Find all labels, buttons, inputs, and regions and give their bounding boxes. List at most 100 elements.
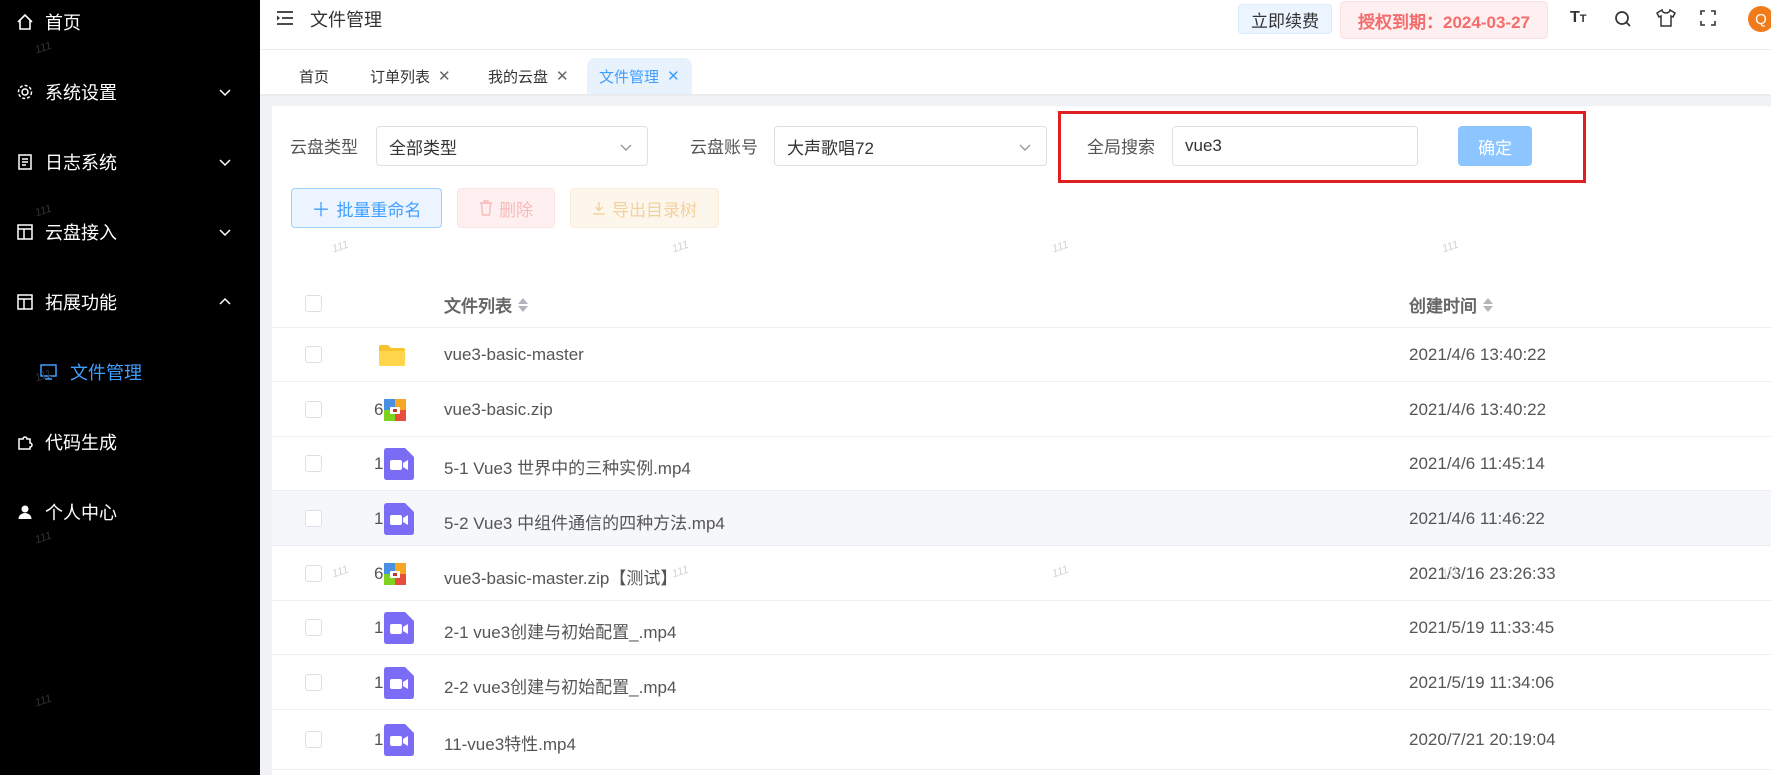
table-row[interactable]: 1 2-1 vue3创建与初始配置_.mp4 2021/5/19 11:33:45 bbox=[272, 601, 1771, 655]
select-all-checkbox[interactable] bbox=[305, 295, 322, 312]
sidebar-item-personal-center[interactable]: 个人中心 bbox=[0, 492, 260, 532]
layout-icon bbox=[15, 222, 35, 242]
global-search-input[interactable] bbox=[1172, 126, 1418, 166]
file-name[interactable]: vue3-basic-master.zip【测试】 bbox=[444, 564, 677, 589]
tab-label: 订单列表 bbox=[370, 68, 431, 86]
gear-icon bbox=[15, 82, 35, 102]
sort-icon[interactable] bbox=[518, 297, 528, 312]
sidebar-item-log-system[interactable]: 日志系统 bbox=[0, 142, 260, 182]
download-icon bbox=[593, 202, 605, 215]
col-header-time[interactable]: 创建时间 bbox=[1409, 292, 1493, 317]
sidebar-item-label: 拓展功能 bbox=[45, 293, 117, 313]
license-expiry-badge: 授权到期：2024-03-27 bbox=[1340, 1, 1548, 39]
table-row[interactable]: 6 vue3-basic.zip 2021/4/6 13:40:22 bbox=[272, 382, 1771, 437]
cloud-account-label: 云盘账号 bbox=[690, 138, 758, 157]
fullscreen-icon[interactable] bbox=[1700, 10, 1716, 26]
zip-file-icon bbox=[384, 398, 406, 426]
export-tree-button[interactable]: 导出目录树 bbox=[570, 188, 719, 228]
table-row[interactable]: 6 vue3-basic-master.zip【测试】 2021/3/16 23:2… bbox=[272, 546, 1771, 601]
close-icon[interactable]: ✕ bbox=[556, 67, 569, 85]
renew-button[interactable]: 立即续费 bbox=[1238, 4, 1332, 34]
layout-icon bbox=[15, 292, 35, 312]
tab-my-cloud[interactable]: 我的云盘 ✕ bbox=[476, 58, 581, 94]
confirm-button[interactable]: 确定 bbox=[1458, 126, 1532, 166]
row-checkbox[interactable] bbox=[305, 509, 322, 527]
file-name[interactable]: 2-2 vue3创建与初始配置_.mp4 bbox=[444, 673, 676, 698]
table-row[interactable]: 1 5-1 Vue3 世界中的三种实例.mp4 2021/4/6 11:45:14 bbox=[272, 437, 1771, 491]
tab-home[interactable]: 首页 bbox=[287, 58, 341, 94]
sidebar: 首页 系统设置 日志系统 云盘接入 拓展功能 文件管理 代码生成 个人中心 11… bbox=[0, 0, 260, 775]
chevron-down-icon bbox=[620, 144, 632, 151]
file-name[interactable]: vue3-basic.zip bbox=[444, 400, 553, 420]
chevron-down-icon bbox=[219, 229, 231, 237]
created-time: 2021/4/6 11:45:14 bbox=[1409, 454, 1545, 473]
file-prefix-number: 6 bbox=[374, 563, 384, 583]
row-checkbox[interactable] bbox=[305, 346, 322, 363]
sidebar-item-system-settings[interactable]: 系统设置 bbox=[0, 72, 260, 112]
sidebar-item-code-generation[interactable]: 代码生成 bbox=[0, 422, 260, 462]
delete-button[interactable]: 删除 bbox=[457, 188, 555, 228]
sidebar-item-label: 系统设置 bbox=[45, 83, 117, 103]
chevron-down-icon bbox=[219, 89, 231, 97]
theme-shirt-icon[interactable] bbox=[1656, 9, 1676, 27]
cloud-type-select[interactable]: 全部类型 bbox=[376, 126, 648, 166]
document-icon bbox=[15, 152, 35, 172]
file-name[interactable]: 11-vue3特性.mp4 bbox=[444, 730, 576, 755]
chevron-up-icon bbox=[219, 297, 231, 305]
puzzle-icon bbox=[15, 432, 35, 452]
row-checkbox[interactable] bbox=[305, 455, 322, 472]
search-icon[interactable] bbox=[1614, 10, 1632, 28]
export-tree-label: 导出目录树 bbox=[612, 200, 697, 220]
main-panel: 云盘类型 全部类型 云盘账号 大声歌唱72 全局搜索 确定 ＋ 批量重命名 删除… bbox=[272, 106, 1771, 775]
file-name[interactable]: 2-1 vue3创建与初始配置_.mp4 bbox=[444, 618, 676, 643]
global-search-label: 全局搜索 bbox=[1087, 138, 1155, 157]
plus-icon: ＋ bbox=[311, 199, 331, 221]
table-row[interactable]: 1 11-vue3特性.mp4 2020/7/21 20:19:04 bbox=[272, 710, 1771, 770]
sidebar-item-extensions[interactable]: 拓展功能 bbox=[0, 282, 260, 322]
cloud-type-value: 全部类型 bbox=[389, 138, 457, 158]
table-row[interactable]: vue3-basic-master 2021/4/6 13:40:22 bbox=[272, 328, 1771, 382]
close-icon[interactable]: ✕ bbox=[667, 67, 680, 85]
chevron-down-icon bbox=[1019, 144, 1031, 151]
table-row[interactable]: 1 2-2 vue3创建与初始配置_.mp4 2021/5/19 11:34:06 bbox=[272, 655, 1771, 710]
file-prefix-number: 1 bbox=[374, 618, 384, 637]
video-file-icon bbox=[384, 612, 414, 649]
batch-rename-button[interactable]: ＋ 批量重命名 bbox=[291, 188, 442, 228]
avatar[interactable]: Q bbox=[1748, 6, 1771, 32]
tabs-bar: 首页 订单列表 ✕ 我的云盘 ✕ 文件管理 ✕ bbox=[260, 50, 1771, 94]
row-checkbox[interactable] bbox=[305, 619, 322, 636]
created-time: 2021/5/19 11:34:06 bbox=[1409, 672, 1555, 692]
table-row[interactable]: 1 5-2 Vue3 中组件通信的四种方法.mp4 2021/4/6 11:46:2… bbox=[272, 491, 1771, 546]
file-prefix-number: 6 bbox=[374, 399, 384, 419]
col-header-label: 创建时间 bbox=[1409, 297, 1477, 316]
file-prefix-number: 1 bbox=[374, 508, 384, 528]
row-checkbox[interactable] bbox=[305, 731, 322, 748]
cloud-account-select[interactable]: 大声歌唱72 bbox=[774, 126, 1047, 166]
table-header: 文件列表 创建时间 bbox=[272, 236, 1771, 328]
tab-order-list[interactable]: 订单列表 ✕ bbox=[358, 58, 463, 94]
file-name[interactable]: 5-2 Vue3 中组件通信的四种方法.mp4 bbox=[444, 509, 725, 534]
created-time: 2021/4/6 13:40:22 bbox=[1409, 345, 1547, 364]
cloud-type-label: 云盘类型 bbox=[290, 138, 358, 157]
sidebar-item-label: 首页 bbox=[45, 13, 81, 33]
video-file-icon bbox=[384, 448, 414, 485]
watermark: 111 bbox=[33, 692, 54, 710]
menu-fold-icon[interactable] bbox=[277, 11, 293, 25]
file-name[interactable]: vue3-basic-master bbox=[444, 345, 584, 365]
col-header-name[interactable]: 文件列表 bbox=[444, 292, 528, 317]
sidebar-item-label: 云盘接入 bbox=[45, 223, 117, 243]
tab-label: 文件管理 bbox=[599, 68, 660, 86]
row-checkbox[interactable] bbox=[305, 673, 322, 691]
row-checkbox[interactable] bbox=[305, 400, 322, 418]
font-size-icon[interactable]: TT bbox=[1570, 9, 1587, 27]
file-name[interactable]: 5-1 Vue3 世界中的三种实例.mp4 bbox=[444, 454, 691, 479]
close-icon[interactable]: ✕ bbox=[438, 67, 451, 85]
tab-file-management[interactable]: 文件管理 ✕ bbox=[587, 58, 692, 94]
video-file-icon bbox=[384, 724, 414, 761]
page-title: 文件管理 bbox=[310, 10, 382, 30]
row-checkbox[interactable] bbox=[305, 564, 322, 582]
col-header-label: 文件列表 bbox=[444, 297, 512, 316]
zip-file-icon bbox=[384, 562, 406, 590]
sidebar-item-home[interactable]: 首页 bbox=[0, 2, 260, 42]
sort-icon[interactable] bbox=[1483, 297, 1493, 312]
